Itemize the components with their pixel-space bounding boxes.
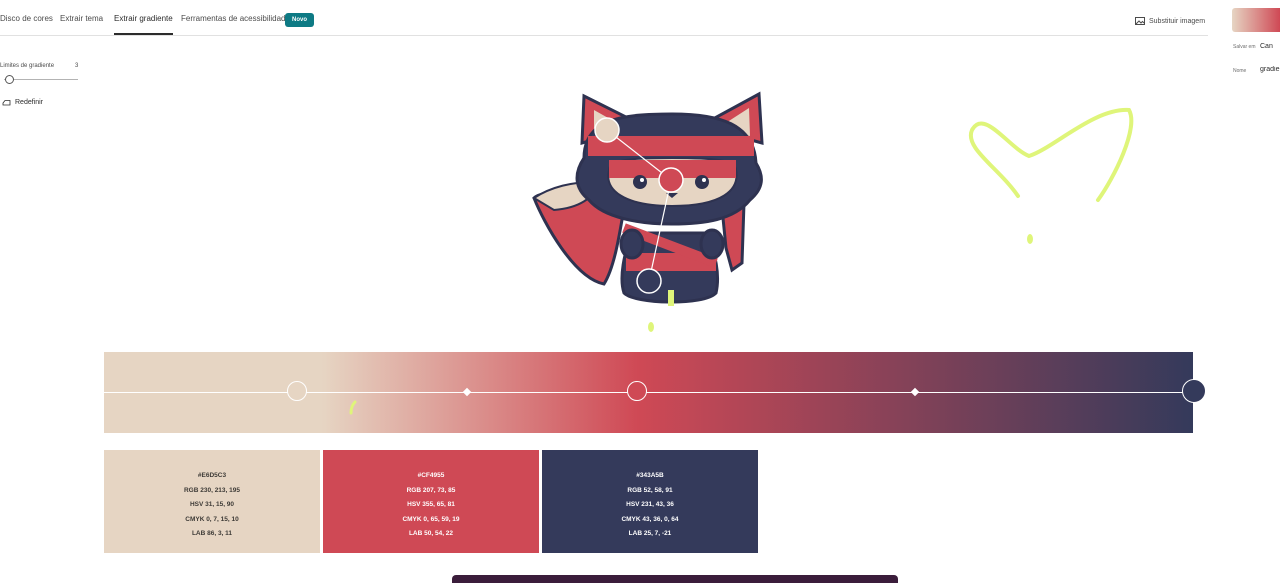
color-card-2[interactable]: #CF4955 RGB 207, 73, 85 HSV 355, 65, 81 … (323, 450, 539, 553)
color-hex: #E6D5C3 (197, 472, 227, 479)
color-hex: #CF4955 (417, 472, 445, 479)
gradient-stop-1[interactable] (287, 381, 307, 401)
color-hsv: HSV 355, 65, 81 (407, 501, 455, 508)
save-in-select[interactable]: Can (1260, 43, 1280, 50)
color-cmyk: CMYK 0, 65, 59, 19 (402, 515, 460, 523)
color-rgb: RGB 230, 213, 195 (183, 486, 240, 494)
image-canvas[interactable] (104, 48, 1194, 343)
color-rgb: RGB 207, 73, 85 (406, 486, 456, 494)
color-lab: LAB 50, 54, 22 (408, 530, 454, 537)
tab-extract-theme[interactable]: Extrair tema (60, 14, 103, 23)
replace-image-button[interactable]: Substituir imagem (1135, 17, 1205, 25)
gradient-midpoint-2[interactable] (910, 387, 920, 397)
name-label: Nome (1233, 68, 1247, 74)
reset-label: Redefinir (15, 99, 44, 106)
gradient-stop-2[interactable] (627, 381, 647, 401)
gradient-preview-swatch (1232, 8, 1280, 32)
replace-image-label: Substituir imagem (1149, 17, 1206, 25)
scribble-mark (349, 400, 357, 415)
color-card-1[interactable]: #E6D5C3 RGB 230, 213, 195 HSV 31, 15, 90… (104, 450, 320, 553)
gradient-stops-slider-track[interactable] (4, 79, 78, 80)
color-hex: #343A5B (636, 472, 664, 479)
save-in-label: Salvar em (1233, 44, 1256, 50)
mascot-illustration (532, 91, 1134, 332)
gradient-midpoint-1[interactable] (462, 387, 472, 397)
new-badge: Novo (285, 13, 314, 27)
tab-extract-gradient[interactable]: Extrair gradiente (114, 14, 173, 35)
color-hsv: HSV 31, 15, 90 (189, 501, 235, 508)
gradient-bar[interactable] (104, 352, 1206, 433)
gradient-stop-3[interactable] (1182, 379, 1206, 403)
color-lab: LAB 86, 3, 11 (191, 530, 233, 537)
tab-color-wheel[interactable]: Disco de cores (0, 14, 53, 23)
gradient-stops-label: Limites de gradiente (0, 63, 55, 69)
color-card-3[interactable]: #343A5B RGB 52, 58, 91 HSV 231, 43, 36 C… (542, 450, 758, 553)
reset-button[interactable]: Redefinir (2, 99, 43, 106)
color-rgb: RGB 52, 58, 91 (627, 486, 673, 494)
gradient-stops-count: 3 (75, 63, 79, 69)
color-hsv: HSV 231, 43, 36 (626, 501, 674, 508)
gradient-stops-slider-thumb[interactable] (5, 75, 14, 84)
color-lab: LAB 25, 7, -21 (628, 530, 672, 537)
color-cmyk: CMYK 0, 7, 15, 10 (185, 515, 239, 523)
name-input[interactable]: gradie (1260, 66, 1280, 73)
tab-bar: Disco de cores Extrair tema Extrair grad… (0, 0, 1208, 36)
image-icon (1135, 17, 1145, 25)
color-cmyk: CMYK 43, 36, 0, 64 (621, 515, 679, 523)
reset-icon (2, 100, 11, 106)
gradient-line (104, 392, 1193, 393)
bottom-toast (452, 575, 898, 583)
tab-accessibility-tools[interactable]: Ferramentas de acessibilidade (181, 14, 290, 23)
